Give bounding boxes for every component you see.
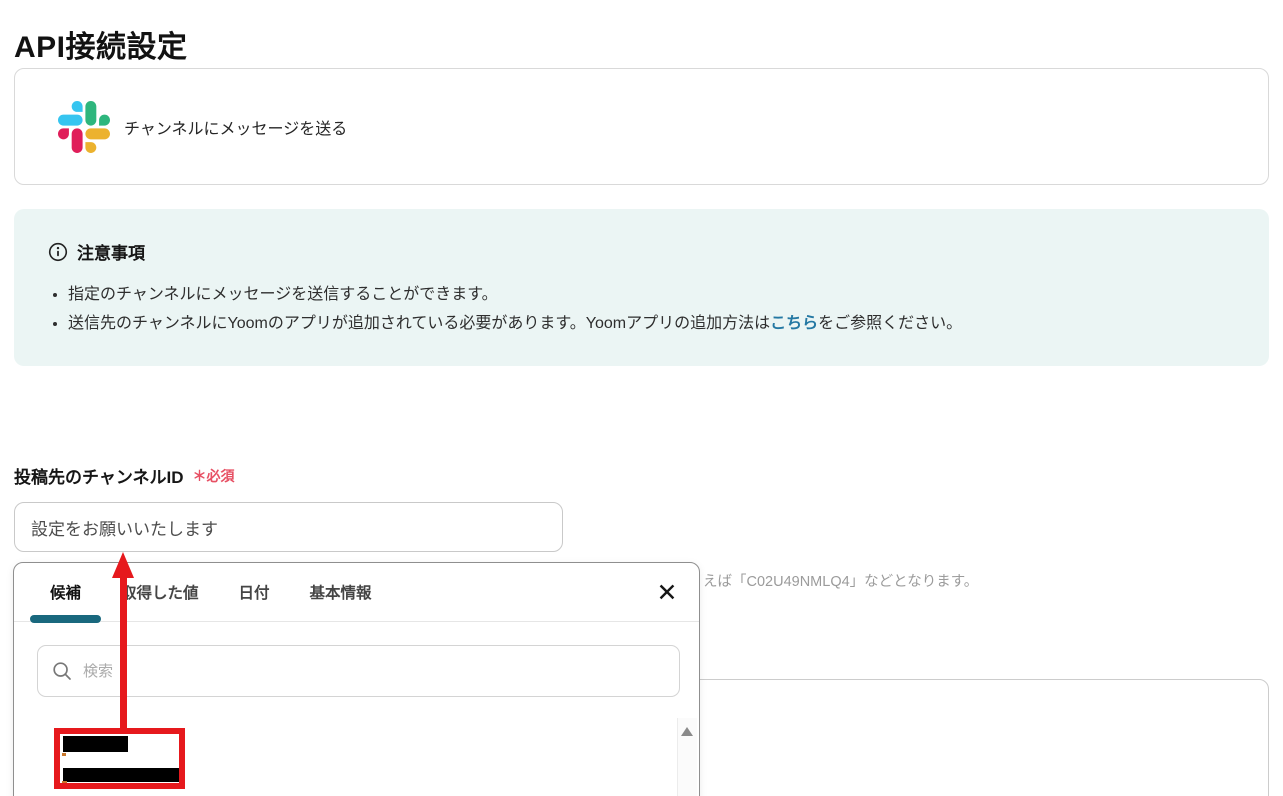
annotation-highlight-rectangle	[54, 728, 185, 789]
search-input[interactable]	[81, 662, 665, 681]
info-circle-icon	[48, 242, 68, 262]
kochira-link[interactable]: こちら	[770, 315, 818, 332]
notice-list: 指定のチャンネルにメッセージを送信することができます。 送信先のチャンネルにYo…	[48, 280, 1235, 338]
action-card[interactable]: チャンネルにメッセージを送る	[14, 68, 1269, 185]
popup-search-box	[37, 645, 680, 697]
api-connection-settings-page: API接続設定 チャンネルにメッセージを送る 注意事項	[0, 0, 1283, 796]
tab-kouho[interactable]: 候補	[30, 563, 101, 621]
tab-hizuke[interactable]: 日付	[219, 563, 290, 621]
search-icon	[52, 661, 72, 681]
page-title: API接続設定	[14, 22, 188, 66]
popup-close-button[interactable]: ✕	[651, 577, 683, 609]
notice-heading-label: 注意事項	[77, 239, 145, 264]
annotation-arrow-shaft	[120, 576, 127, 730]
popup-scrollbar[interactable]	[677, 718, 697, 796]
required-badge: ＊必須	[193, 466, 235, 486]
notice-box: 注意事項 指定のチャンネルにメッセージを送信することができます。 送信先のチャン…	[14, 209, 1269, 366]
action-card-label: チャンネルにメッセージを送る	[124, 115, 347, 139]
notice-bullet-2: 送信先のチャンネルにYoomのアプリが追加されている必要があります。Yoomアプ…	[68, 309, 1235, 338]
scroll-up-arrow-icon	[681, 727, 693, 736]
notice-bullet-1: 指定のチャンネルにメッセージを送信することができます。	[68, 280, 1235, 309]
annotation-arrow-head	[112, 552, 134, 578]
tab-kihon-jouhou[interactable]: 基本情報	[290, 563, 392, 621]
close-icon: ✕	[657, 579, 678, 607]
channel-id-helper-text: えば「C02U49NMLQ4」などとなります。	[703, 570, 978, 591]
channel-id-field-label: 投稿先のチャンネルID ＊必須	[14, 463, 235, 488]
channel-id-input[interactable]	[14, 502, 563, 552]
notice-heading: 注意事項	[48, 239, 1235, 264]
slack-icon	[58, 101, 110, 153]
